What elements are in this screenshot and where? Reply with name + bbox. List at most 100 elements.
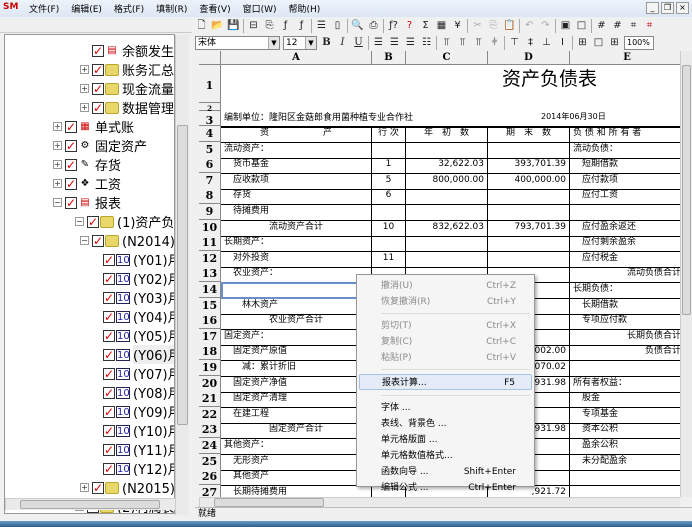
distribute-icon[interactable]: ⫩ (488, 36, 501, 50)
valign-stretch-icon[interactable]: Ⅰ (556, 36, 569, 50)
context-menu-item[interactable]: 编辑公式 ...Ctrl+Enter (359, 480, 532, 496)
expand-icon[interactable]: + (80, 65, 89, 74)
tree-item[interactable]: −✓(1)资产负债表 (75, 212, 175, 231)
table-cell[interactable] (406, 235, 488, 252)
underline-button[interactable]: U (352, 36, 365, 50)
indent1-icon[interactable]: ⫪ (440, 36, 453, 50)
menu-item[interactable]: 窗口(W) (237, 2, 283, 15)
cut-icon[interactable]: ✂ (471, 19, 484, 33)
row-header[interactable]: 17 (199, 329, 221, 345)
context-menu-item[interactable]: 剪切(T)Ctrl+X (359, 318, 532, 334)
grid1-icon[interactable]: # (595, 19, 608, 33)
tree-item[interactable]: ✓10(Y04)月 (91, 307, 175, 326)
indent3-icon[interactable]: ⫪ (472, 36, 485, 50)
table-cell[interactable]: 减：累计折旧 (221, 360, 372, 377)
row-header[interactable]: 16 (199, 313, 221, 329)
calc-icon[interactable]: ▦ (435, 19, 448, 33)
checkbox-checked-icon[interactable]: ✓ (103, 368, 115, 380)
context-menu-item[interactable]: 报表计算...F5 (359, 374, 532, 390)
no-border-icon[interactable]: □ (575, 19, 588, 33)
redo-icon[interactable]: ↷ (539, 19, 552, 33)
table-cell[interactable] (406, 188, 488, 205)
checkbox-checked-icon[interactable]: ✓ (103, 330, 115, 342)
formula-icon[interactable]: ƒ (295, 19, 308, 33)
scroll-thumb[interactable] (682, 65, 691, 315)
tree-item[interactable]: ✓10(Y09)月 (91, 402, 175, 421)
checkbox-checked-icon[interactable]: ✓ (103, 273, 115, 285)
restore-button[interactable]: ❐ (661, 2, 674, 14)
context-menu-item[interactable]: 撤消(U)Ctrl+Z (359, 278, 532, 294)
row-header[interactable]: 22 (199, 407, 221, 423)
tree-item[interactable]: ✓▤余额发生额分布表 (80, 41, 175, 60)
table-cell[interactable]: 农业资产合计 (221, 313, 372, 330)
row-header[interactable]: 2 (199, 103, 221, 111)
checkbox-checked-icon[interactable]: ✓ (92, 482, 104, 494)
table-cell[interactable] (372, 235, 406, 252)
chevron-down-icon[interactable]: ▼ (268, 37, 279, 49)
context-menu-item[interactable]: 表线、背景色 ... (359, 416, 532, 432)
tree-item[interactable]: ✓10(Y03)月 (91, 288, 175, 307)
tree-item[interactable]: +✓✎存货 (53, 155, 121, 174)
tree-item[interactable]: −✓▤报表 (53, 193, 121, 212)
row-header[interactable]: 7 (199, 173, 221, 189)
checkbox-checked-icon[interactable]: ✓ (87, 216, 99, 228)
table-cell[interactable]: 股金 (570, 391, 680, 408)
table-cell[interactable]: 资 产 (221, 126, 372, 143)
tree-item[interactable]: −✓(N2014)年 (80, 231, 175, 250)
checkbox-checked-icon[interactable]: ✓ (103, 311, 115, 323)
table-cell[interactable] (488, 204, 570, 221)
grid4-icon[interactable]: ⌗ (643, 19, 656, 33)
table-cell[interactable]: 流动负债合计 (570, 266, 680, 283)
scroll-thumb[interactable] (177, 125, 188, 425)
context-menu-item[interactable]: 复制(C)Ctrl+C (359, 334, 532, 350)
row-header[interactable]: 23 (199, 422, 221, 438)
row-header[interactable]: 9 (199, 204, 221, 220)
tree-item[interactable]: ✓10(Y08)月 (91, 383, 175, 402)
menu-item[interactable]: 文件(F) (23, 2, 65, 15)
collapse-icon[interactable]: − (80, 236, 89, 245)
checkbox-checked-icon[interactable]: ✓ (103, 444, 115, 456)
print-icon[interactable]: ⎙ (367, 19, 380, 33)
expand-icon[interactable]: + (53, 122, 62, 131)
row-header[interactable]: 18 (199, 344, 221, 360)
table-cell[interactable]: 盈余公积 (570, 438, 680, 455)
checkbox-checked-icon[interactable]: ✓ (92, 64, 104, 76)
font-size-select[interactable]: 12▼ (283, 36, 317, 50)
chevron-down-icon[interactable]: ▼ (305, 37, 316, 49)
tree-item[interactable]: +✓(N2015)年 (80, 478, 175, 497)
table-cell[interactable]: 货币基金 (221, 157, 372, 174)
tree-item[interactable]: ✓10(Y01)月 (91, 250, 175, 269)
row-header[interactable]: 1 (199, 65, 221, 103)
func-check-icon[interactable]: ƒ? (387, 19, 400, 33)
valign-top-icon[interactable]: ⊤ (508, 36, 521, 50)
sum-icon[interactable]: Σ (419, 19, 432, 33)
tree-item[interactable]: +✓现金流量表 (80, 79, 175, 98)
table-cell[interactable]: 负 债 和 所 有 者 (570, 126, 680, 143)
checkbox-checked-icon[interactable]: ✓ (65, 159, 77, 171)
table-cell[interactable]: 期 末 数 (488, 126, 570, 143)
corner-cell[interactable] (199, 51, 221, 65)
tree-item[interactable]: ✓10(Y12)月 (91, 459, 175, 478)
tree-item[interactable]: +✓账务汇总表 (80, 60, 175, 79)
row-header[interactable]: 14 (199, 282, 221, 298)
table-cell[interactable]: 短期借款 (570, 157, 680, 174)
sheet-horizontal-scrollbar[interactable] (199, 497, 680, 507)
scroll-thumb[interactable] (214, 498, 324, 507)
paste-icon[interactable]: 📋 (503, 19, 516, 33)
checkbox-checked-icon[interactable]: ✓ (103, 254, 115, 266)
table-cell[interactable]: 待摊费用 (221, 204, 372, 221)
border-icon[interactable]: ▣ (559, 19, 572, 33)
context-menu-item[interactable]: 字体 ... (359, 400, 532, 416)
tree-horizontal-scrollbar[interactable] (5, 498, 175, 510)
table-cell[interactable]: 行 次 (372, 126, 406, 143)
context-menu-item[interactable]: 单元格版面 ... (359, 432, 532, 448)
align-justify-icon[interactable]: ☷ (420, 36, 433, 50)
row-header[interactable]: 8 (199, 188, 221, 204)
expand-icon[interactable]: + (53, 160, 62, 169)
checkbox-checked-icon[interactable]: ✓ (92, 102, 104, 114)
currency-icon[interactable]: ¥ (451, 19, 464, 33)
grid2-icon[interactable]: # (611, 19, 624, 33)
insert-row-icon[interactable]: ⊟ (247, 19, 260, 33)
table-cell[interactable] (570, 360, 680, 377)
tree-item[interactable]: ✓10(Y11)月 (91, 440, 175, 459)
